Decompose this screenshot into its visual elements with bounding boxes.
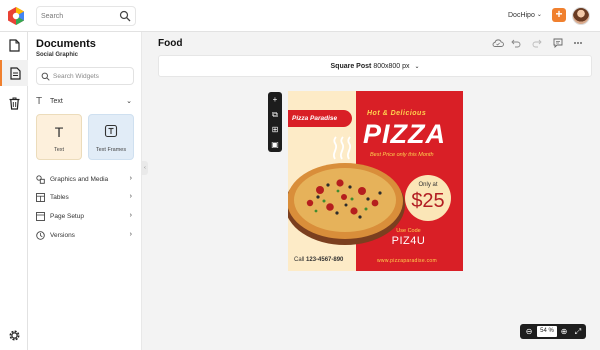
grid-icon[interactable]: ⊞ [268, 122, 282, 137]
add-button[interactable]: + [552, 8, 566, 22]
undo-icon[interactable] [511, 38, 521, 48]
redo-icon[interactable] [532, 38, 542, 48]
only-at-label: Only at [418, 182, 438, 188]
widget-search-placeholder: Search Widgets [53, 73, 99, 80]
duplicate-page-icon[interactable]: ⧉ [268, 107, 282, 122]
phone-text[interactable]: Call 123-4567-890 [294, 257, 343, 263]
nav-label: Graphics and Media [50, 176, 109, 183]
nav-page-setup[interactable]: Page Setup › [36, 210, 134, 224]
text-frames-widget-tile[interactable]: Text Frames [88, 114, 134, 160]
zoom-out-icon[interactable]: ⊖ [524, 326, 534, 337]
design-canvas[interactable]: Pizza Paradise Hot & Delicious PIZZA Bes… [288, 91, 463, 271]
account-menu[interactable]: DocHipo ⌄ [508, 12, 542, 19]
widget-search-input[interactable]: Search Widgets [36, 67, 134, 85]
tagline-text[interactable]: Hot & Delicious [367, 110, 426, 117]
cloud-save-icon[interactable] [492, 38, 504, 48]
text-section-label: Text [50, 98, 63, 105]
headline-text[interactable]: PIZZA [363, 119, 446, 150]
fullscreen-icon[interactable]: ⤢ [573, 326, 583, 337]
versions-icon [36, 231, 45, 240]
documents-button[interactable] [0, 60, 28, 86]
shapes-icon [36, 175, 45, 184]
document-text-icon [9, 66, 21, 80]
document-title[interactable]: Food [158, 38, 182, 49]
nav-label: Tables [50, 194, 69, 201]
website-text[interactable]: www.pizzaparadise.com [377, 258, 437, 264]
text-icon: T [36, 96, 43, 107]
panel-title: Documents [36, 38, 96, 50]
page-setup-icon [36, 212, 45, 221]
settings-button[interactable] [0, 322, 28, 348]
chevron-right-icon: › [129, 175, 132, 182]
trash-button[interactable] [0, 90, 28, 116]
page-toolbar: + ⧉ ⊞ ▣ [268, 92, 282, 152]
nav-tables[interactable]: Tables › [36, 191, 134, 205]
format-name: Square Post [330, 63, 372, 70]
chevron-down-icon: ⌄ [536, 12, 542, 18]
panel-subtitle: Social Graphic [36, 52, 79, 58]
chevron-right-icon: › [129, 212, 132, 219]
dochipo-logo-icon[interactable] [6, 6, 26, 26]
call-label: Call [294, 257, 305, 263]
new-document-button[interactable] [0, 32, 28, 58]
price-text: $25 [411, 190, 445, 212]
gear-icon [9, 330, 19, 340]
add-page-icon[interactable]: + [268, 92, 282, 107]
search-placeholder: Search [41, 13, 64, 20]
zoom-in-icon[interactable]: ⊕ [559, 326, 569, 337]
use-code-label[interactable]: Use Code [288, 228, 463, 234]
format-selector[interactable]: Square Post 800x800 px ⌄ [158, 55, 592, 77]
side-panel: Documents Social Graphic Search Widgets … [28, 32, 142, 350]
format-size: 800x800 px [373, 63, 410, 70]
text-frame-icon [89, 124, 133, 141]
text-section-header[interactable]: T Text ⌄ [36, 96, 134, 108]
account-name: DocHipo [508, 12, 535, 19]
nav-label: Page Setup [50, 213, 84, 220]
document-icon [8, 38, 20, 52]
trash-icon [9, 97, 19, 110]
more-options-icon[interactable] [573, 38, 583, 48]
page-settings-icon[interactable]: ▣ [268, 137, 282, 152]
chevron-right-icon: › [129, 231, 132, 238]
text-glyph-icon: T [54, 124, 64, 140]
zoom-level[interactable]: 54 % [537, 326, 557, 337]
search-icon [41, 72, 50, 81]
phone-number: 123-4567-890 [306, 257, 344, 263]
chevron-down-icon: ⌄ [126, 98, 132, 105]
avatar[interactable] [572, 7, 590, 25]
text-frames-widget-label: Text Frames [95, 147, 127, 153]
text-widget-label: Text [53, 147, 65, 153]
chevron-down-icon: ⌄ [414, 64, 420, 70]
text-widget-tile[interactable]: T Text [36, 114, 82, 160]
left-rail [0, 32, 28, 350]
collapse-panel-handle[interactable]: ‹ [142, 161, 148, 175]
zoom-control: ⊖ 54 % ⊕ ⤢ [520, 324, 586, 339]
promo-code-text[interactable]: PIZ4U [288, 235, 463, 247]
chevron-right-icon: › [129, 193, 132, 200]
search-input[interactable]: Search [36, 6, 136, 26]
nav-label: Versions [50, 232, 75, 239]
price-badge[interactable]: Only at $25 [405, 175, 451, 221]
brand-label[interactable]: Pizza Paradise [288, 110, 352, 127]
top-bar: Search DocHipo ⌄ + [0, 0, 600, 32]
search-icon[interactable] [119, 10, 131, 22]
table-icon [36, 193, 45, 202]
nav-versions[interactable]: Versions › [36, 229, 134, 243]
nav-graphics-and-media[interactable]: Graphics and Media › [36, 173, 134, 187]
comment-icon[interactable] [553, 38, 563, 48]
